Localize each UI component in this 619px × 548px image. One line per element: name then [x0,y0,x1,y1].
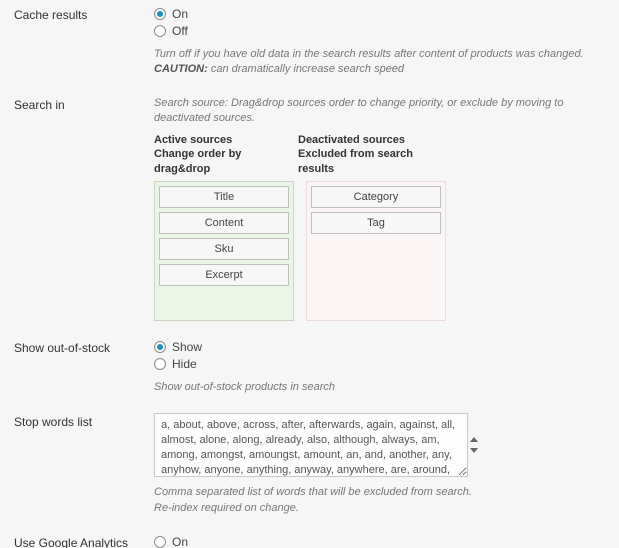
deactivated-sources-header: Deactivated sources Excluded from search… [298,133,430,178]
stock-radio-show[interactable] [154,341,166,353]
show-out-of-stock-label: Show out-of-stock [14,339,154,355]
source-item-title[interactable]: Title [159,186,289,208]
search-in-help: Search source: Drag&drop sources order t… [154,96,607,127]
stop-words-scroll-up-icon[interactable] [470,437,478,442]
active-sources-box[interactable]: Title Content Sku Excerpt [154,181,294,321]
source-item-excerpt[interactable]: Excerpt [159,264,289,286]
ga-label: Use Google Analytics [14,534,154,548]
stop-words-help: Comma separated list of words that will … [154,485,607,516]
cache-results-help: Turn off if you have old data in the sea… [154,47,607,78]
deactivated-sources-box[interactable]: Category Tag [306,181,446,321]
stock-show-label: Show [172,340,202,354]
cache-results-on-label: On [172,7,188,21]
stock-hide-label: Hide [172,357,197,371]
source-item-content[interactable]: Content [159,212,289,234]
ga-on-label: On [172,535,188,548]
cache-results-radio-off[interactable] [154,25,166,37]
stop-words-textarea[interactable] [154,413,468,477]
active-sources-header: Active sources Change order by drag&drop [154,133,286,178]
search-in-label: Search in [14,96,154,112]
stock-radio-hide[interactable] [154,358,166,370]
cache-results-radio-on[interactable] [154,8,166,20]
source-item-tag[interactable]: Tag [311,212,441,234]
stop-words-scroll-down-icon[interactable] [470,448,478,453]
source-item-sku[interactable]: Sku [159,238,289,260]
cache-results-label: Cache results [14,6,154,22]
ga-radio-on[interactable] [154,536,166,548]
cache-results-off-label: Off [172,24,188,38]
source-item-category[interactable]: Category [311,186,441,208]
stop-words-label: Stop words list [14,413,154,429]
stock-help: Show out-of-stock products in search [154,380,607,395]
